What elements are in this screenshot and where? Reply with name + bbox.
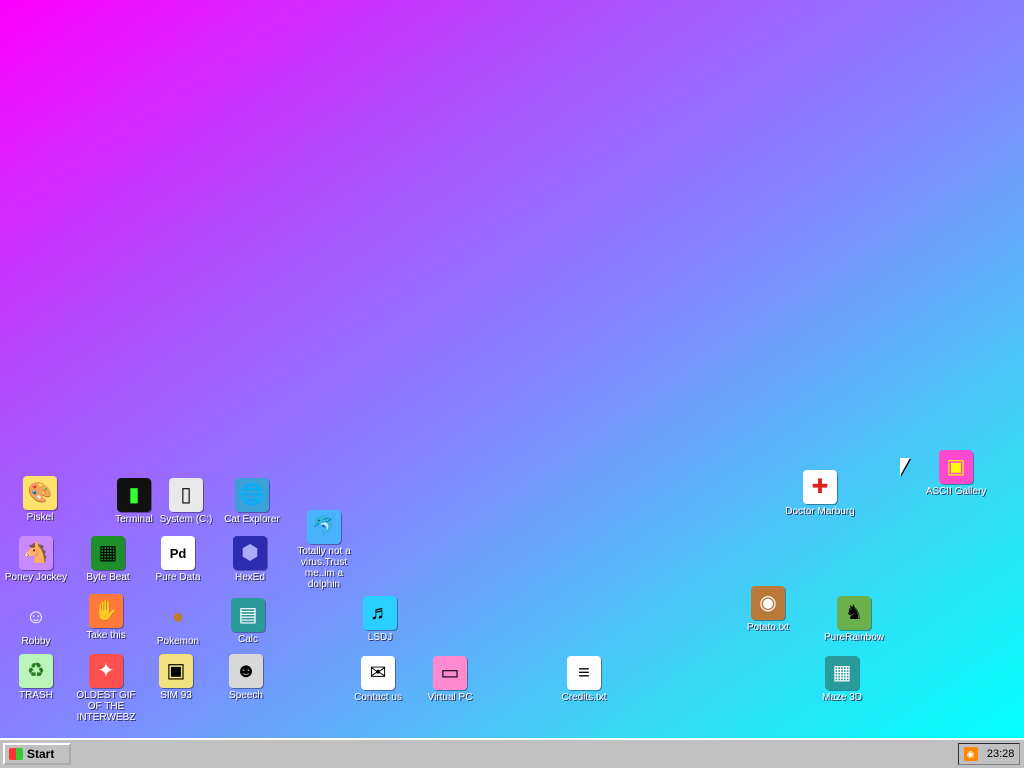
desktop-icon-speech[interactable]: ☻ Speech xyxy=(210,654,282,701)
hand-icon: ✋ xyxy=(89,594,123,628)
icon-label: Speech xyxy=(229,690,263,701)
piskel-icon: 🎨 xyxy=(23,476,57,510)
desktop-icon-system-c[interactable]: ▯ System (C:) xyxy=(150,478,222,525)
desktop-icon-potato[interactable]: ◉ Potato.txt xyxy=(732,586,804,633)
desktop-icon-cat-explorer[interactable]: 🌐 Cat Explorer xyxy=(216,478,288,525)
envelope-icon: ✉ xyxy=(361,656,395,690)
icon-label: Take this xyxy=(86,630,126,641)
icon-label: Pure Data xyxy=(155,572,201,583)
taskbar: Start ◉ 23:28 xyxy=(0,738,1024,768)
icon-label: Maze 3D xyxy=(821,692,862,703)
doctor-icon: ✚ xyxy=(803,470,837,504)
calculator-icon: ▤ xyxy=(231,598,265,632)
icon-label: Poney Jockey xyxy=(4,572,68,583)
desktop-icon-pokemon[interactable]: ● Pokemon xyxy=(142,600,214,647)
desktop-icon-pure-data[interactable]: Pd Pure Data xyxy=(142,536,214,583)
desktop-icon-dolphin[interactable]: 🐬 Totally not a virus.Trust me..im a dol… xyxy=(288,510,360,590)
icon-label: Potato.txt xyxy=(746,622,790,633)
desktop-icon-ascii-gallery[interactable]: ▣ ASCII Gallery xyxy=(920,450,992,497)
icon-label: LSDJ xyxy=(367,632,393,643)
desktop-icon-contact-us[interactable]: ✉ Contact us xyxy=(342,656,414,703)
icon-label: ASCII Gallery xyxy=(925,486,987,497)
system-tray: ◉ 23:28 xyxy=(958,743,1020,765)
icon-label: Cat Explorer xyxy=(224,514,280,525)
drive-icon: ▯ xyxy=(169,478,203,512)
window-icon: ▭ xyxy=(433,656,467,690)
icon-label: PureRainbow xyxy=(823,632,885,643)
windows-logo-icon xyxy=(9,748,23,760)
icon-label: Credits.txt xyxy=(561,692,607,703)
desktop-icon-sim93[interactable]: ▣ SIM 93 xyxy=(140,654,212,701)
face-icon: ☻ xyxy=(229,654,263,688)
desktop-icon-purerainbow[interactable]: ♞ PureRainbow xyxy=(818,596,890,643)
robot-icon: ☺ xyxy=(25,606,47,628)
desktop-icon-piskel[interactable]: 🎨 Piskel xyxy=(4,476,76,523)
icon-label: TRASH xyxy=(19,690,53,701)
bytebeat-icon: ▦ xyxy=(91,536,125,570)
icon-label: Doctor Marburg xyxy=(785,506,855,517)
pony-icon: 🐴 xyxy=(19,536,53,570)
desktop[interactable]: 🎨 Piskel ▮ Terminal ▯ System (C:) 🌐 Cat … xyxy=(0,0,1024,738)
desktop-icon-oldest-gif[interactable]: ✦ OLDEST GIF OF THE INTERWEBZ xyxy=(70,654,142,723)
potato-icon: ◉ xyxy=(751,586,785,620)
desktop-icon-take-this[interactable]: ✋ Take this xyxy=(70,594,142,641)
icon-label: Virtual PC xyxy=(427,692,473,703)
text-file-icon: ≡ xyxy=(567,656,601,690)
rainbow-icon: ♞ xyxy=(837,596,871,630)
maze-icon: ▦ xyxy=(825,656,859,690)
desktop-icon-hexed[interactable]: ⬢ HexEd xyxy=(214,536,286,583)
desktop-icon-maze3d[interactable]: ▦ Maze 3D xyxy=(806,656,878,703)
start-button[interactable]: Start xyxy=(3,743,71,765)
mouse-cursor-icon xyxy=(900,458,910,476)
desktop-icon-virtual-pc[interactable]: ▭ Virtual PC xyxy=(414,656,486,703)
dolphin-icon: 🐬 xyxy=(307,510,341,544)
ascii-icon: ▣ xyxy=(939,450,973,484)
icon-label: OLDEST GIF OF THE INTERWEBZ xyxy=(76,690,136,723)
icon-label: Pokemon xyxy=(156,636,200,647)
desktop-icon-poney-jockey[interactable]: 🐴 Poney Jockey xyxy=(0,536,72,583)
icon-label: SIM 93 xyxy=(160,690,192,701)
gif-icon: ✦ xyxy=(89,654,123,688)
icon-label: Robby xyxy=(21,636,51,647)
icon-label: Contact us xyxy=(354,692,402,703)
desktop-icon-byte-beat[interactable]: ▦ Byte Beat xyxy=(72,536,144,583)
terminal-icon: ▮ xyxy=(117,478,151,512)
pokeball-icon: ● xyxy=(171,606,185,628)
icon-label: System (C:) xyxy=(159,514,213,525)
icon-label: Piskel xyxy=(26,512,54,523)
icon-label: Terminal xyxy=(115,514,153,525)
icon-label: Byte Beat xyxy=(86,572,130,583)
start-label: Start xyxy=(27,747,55,761)
icon-label: Totally not a virus.Trust me..im a dolph… xyxy=(297,546,351,590)
desktop-icon-calc[interactable]: ▤ Calc xyxy=(212,598,284,645)
desktop-icon-credits[interactable]: ≡ Credits.txt xyxy=(548,656,620,703)
clock: 23:28 xyxy=(986,748,1015,760)
pure-data-icon: Pd xyxy=(161,536,195,570)
desktop-icon-trash[interactable]: ♻ TRASH xyxy=(0,654,72,701)
desktop-icon-doctor-marburg[interactable]: ✚ Doctor Marburg xyxy=(784,470,856,517)
globe-icon: 🌐 xyxy=(235,478,269,512)
desktop-icon-lsdj[interactable]: ♬ LSDJ xyxy=(344,596,416,643)
hexed-icon: ⬢ xyxy=(233,536,267,570)
desktop-icon-robby[interactable]: ☺ Robby xyxy=(0,600,72,647)
recycle-bin-icon: ♻ xyxy=(19,654,53,688)
lsdj-icon: ♬ xyxy=(363,596,397,630)
book-icon: ▣ xyxy=(159,654,193,688)
icon-label: Calc xyxy=(237,634,258,645)
rss-icon[interactable]: ◉ xyxy=(963,747,978,761)
icon-label: HexEd xyxy=(234,572,265,583)
